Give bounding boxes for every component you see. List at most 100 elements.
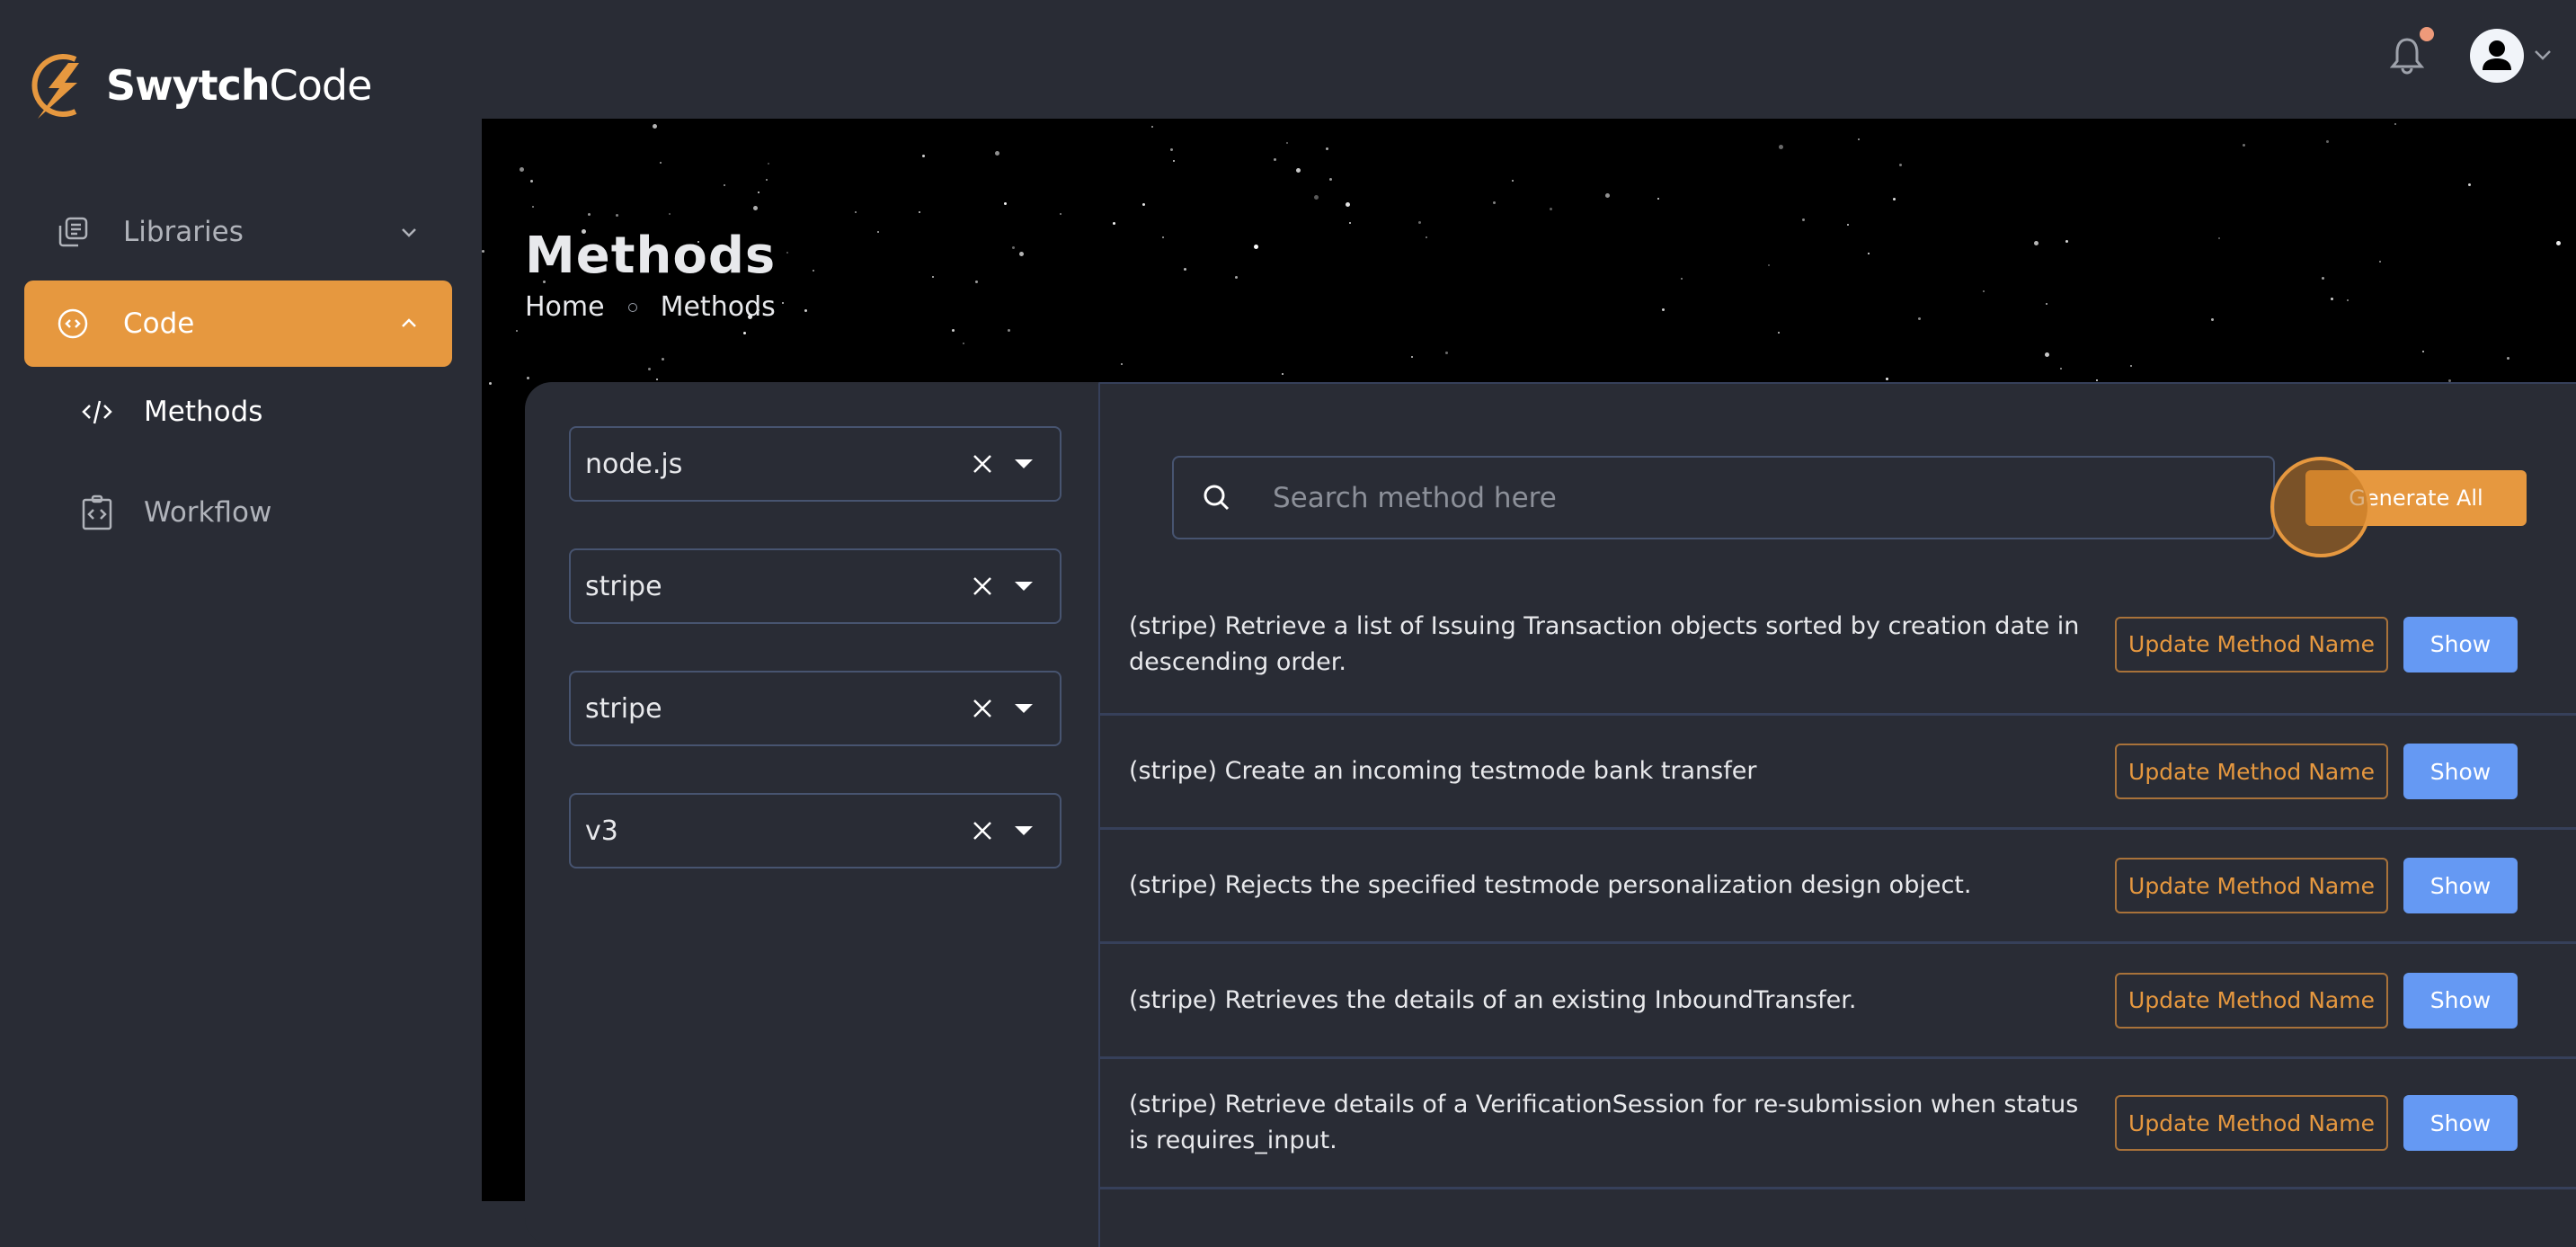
star <box>1329 178 1332 181</box>
star <box>975 281 978 283</box>
chevron-down-icon[interactable] <box>2531 43 2554 67</box>
dropdown-caret-icon[interactable] <box>1015 582 1033 591</box>
clipboard-code-icon <box>79 494 115 530</box>
star <box>1445 352 1448 354</box>
method-description: (stripe) Rejects the specified testmode … <box>1129 871 1972 899</box>
provider-select[interactable]: stripe <box>569 671 1061 746</box>
sidebar-item-workflow[interactable]: Workflow <box>79 481 271 544</box>
show-button[interactable]: Show <box>2403 972 2518 1029</box>
star <box>2556 241 2561 245</box>
select-value: stripe <box>585 692 662 725</box>
star <box>724 184 725 186</box>
show-button[interactable]: Show <box>2403 744 2518 799</box>
star <box>1802 218 1805 221</box>
sidebar: SwytchCode Libraries Code Methods Workfl… <box>0 0 482 1201</box>
star <box>653 124 657 129</box>
star <box>1493 201 1496 204</box>
dropdown-caret-icon[interactable] <box>1015 704 1033 713</box>
star <box>520 167 524 172</box>
language-select[interactable]: node.js <box>569 426 1061 502</box>
show-button[interactable]: Show <box>2403 1095 2518 1151</box>
clear-icon[interactable] <box>970 451 995 477</box>
select-value: v3 <box>585 815 618 847</box>
sidebar-item-methods[interactable]: Methods <box>79 380 262 443</box>
brand-logo[interactable]: SwytchCode <box>23 47 372 124</box>
method-row: (stripe) Retrieve details of a Verificat… <box>1100 1059 2576 1189</box>
star <box>1411 356 1413 358</box>
star <box>482 250 484 253</box>
star <box>1235 276 1238 279</box>
update-method-name-button[interactable]: Update Method Name <box>2115 972 2388 1029</box>
star <box>753 206 758 210</box>
top-bar <box>482 0 2576 119</box>
star <box>2394 123 2396 125</box>
star <box>1060 213 1061 215</box>
library-select[interactable]: stripe <box>569 548 1061 624</box>
user-avatar[interactable] <box>2470 29 2524 83</box>
star <box>2130 365 2132 367</box>
star <box>1605 193 1610 198</box>
user-icon <box>2483 40 2511 70</box>
clear-icon[interactable] <box>970 696 995 721</box>
breadcrumb-current: Methods <box>660 291 776 323</box>
sidebar-item-libraries[interactable]: Libraries <box>24 189 452 275</box>
star <box>813 270 814 272</box>
update-method-name-button[interactable]: Update Method Name <box>2115 858 2388 913</box>
star <box>758 192 759 193</box>
star <box>2065 240 2068 243</box>
star <box>1886 378 1888 380</box>
method-description: (stripe) Create an incoming testmode ban… <box>1129 757 1757 785</box>
breadcrumb-separator-icon <box>627 302 637 312</box>
star <box>877 231 879 233</box>
clear-icon[interactable] <box>970 574 995 599</box>
update-method-name-button[interactable]: Update Method Name <box>2115 744 2388 799</box>
search-box[interactable] <box>1172 456 2275 539</box>
star <box>588 213 591 216</box>
breadcrumb-home[interactable]: Home <box>525 291 605 323</box>
show-button[interactable]: Show <box>2403 858 2518 913</box>
star <box>2468 183 2471 186</box>
star <box>855 211 857 213</box>
star <box>1426 236 1427 238</box>
star <box>1349 222 1351 224</box>
star <box>1550 208 1552 210</box>
show-button[interactable]: Show <box>2403 616 2518 672</box>
star <box>1184 268 1186 271</box>
star <box>1899 164 1902 166</box>
star <box>532 206 534 208</box>
sidebar-item-label: Workflow <box>144 496 272 529</box>
notification-bell-icon[interactable] <box>2387 34 2427 77</box>
star <box>1004 202 1007 205</box>
dropdown-caret-icon[interactable] <box>1015 826 1033 835</box>
star <box>527 377 529 379</box>
search-input[interactable] <box>1271 480 2273 515</box>
sidebar-item-label: Code <box>123 307 195 340</box>
breadcrumb: Home Methods <box>525 291 776 323</box>
star <box>1768 264 1770 266</box>
star <box>1254 245 1258 249</box>
star <box>530 180 533 183</box>
library-icon <box>55 214 91 250</box>
generate-all-button[interactable]: Generate All <box>2305 470 2527 526</box>
update-method-name-button[interactable]: Update Method Name <box>2115 1095 2388 1151</box>
star <box>2060 368 2062 370</box>
star <box>2347 299 2349 301</box>
code-circle-icon <box>55 306 91 342</box>
star <box>1847 224 1849 226</box>
sidebar-item-code[interactable]: Code <box>24 281 452 367</box>
clear-icon[interactable] <box>970 818 995 843</box>
method-row: (stripe) Retrieves the details of an exi… <box>1100 944 2576 1059</box>
dropdown-caret-icon[interactable] <box>1015 459 1033 468</box>
notification-badge <box>2420 27 2434 41</box>
version-select[interactable]: v3 <box>569 793 1061 868</box>
star <box>1346 202 1350 207</box>
update-method-name-button[interactable]: Update Method Name <box>2115 616 2388 672</box>
star <box>768 163 769 165</box>
star <box>1868 253 1870 254</box>
star <box>1012 246 1015 249</box>
star <box>2243 144 2245 147</box>
star <box>2218 237 2220 239</box>
star <box>2326 140 2329 143</box>
star <box>2045 352 2049 357</box>
star <box>2211 318 2214 321</box>
